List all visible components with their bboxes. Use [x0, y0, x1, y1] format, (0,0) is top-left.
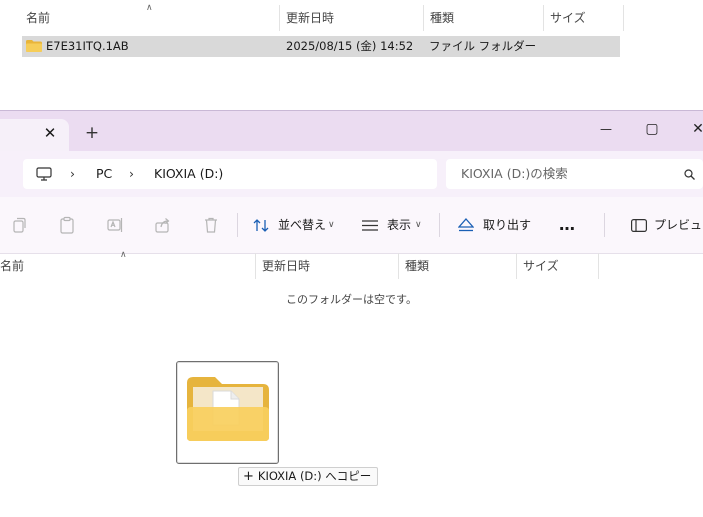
- monitor-icon[interactable]: [36, 167, 52, 181]
- chevron-right-icon[interactable]: ›: [129, 159, 134, 189]
- minimize-button[interactable]: —: [591, 117, 621, 141]
- folder-icon: [187, 377, 269, 441]
- command-bar: 並べ替え ∨ 表示 ∨ 取り出す … プレビュー: [0, 197, 703, 254]
- eject-label: 取り出す: [483, 218, 532, 232]
- column-header: 名前 ∧ 更新日時 種類 サイズ: [0, 250, 703, 279]
- sort-label: 並べ替え: [278, 218, 327, 232]
- share-icon[interactable]: [153, 215, 173, 235]
- copy-icon[interactable]: [9, 215, 29, 235]
- column-type[interactable]: 種類: [424, 5, 544, 31]
- file-modified: 2025/08/15 (金) 14:52: [286, 39, 414, 53]
- view-icon: [362, 220, 378, 231]
- drag-preview: [176, 361, 279, 464]
- title-bar: ✕ + — ▢ ✕: [0, 111, 703, 151]
- sort-up-icon: ∧: [120, 250, 127, 260]
- explorer-window: ✕ + — ▢ ✕ › PC › KIOXIA (D:) KIOXIA (D:)…: [0, 110, 703, 517]
- breadcrumb-pc[interactable]: PC: [96, 159, 112, 189]
- chevron-down-icon: ∨: [415, 220, 422, 230]
- background-explorer-window: 名前 ∧ 更新日時 種類 サイズ E7E31ITQ.1AB 2025/08/15…: [0, 0, 703, 110]
- close-button[interactable]: ✕: [683, 117, 703, 141]
- column-header: 名前 ∧ 更新日時 種類 サイズ: [0, 3, 703, 31]
- drop-tooltip: + KIOXIA (D:) へコピー: [238, 467, 379, 486]
- column-modified[interactable]: 更新日時: [280, 5, 424, 31]
- chevron-down-icon: ∨: [328, 220, 335, 230]
- address-bar[interactable]: › PC › KIOXIA (D:): [23, 159, 437, 189]
- navigation-bar: › PC › KIOXIA (D:) KIOXIA (D:)の検索: [0, 151, 703, 197]
- paste-icon[interactable]: [57, 215, 77, 235]
- sort-up-icon: ∧: [146, 3, 153, 13]
- column-name[interactable]: 名前: [0, 253, 256, 279]
- chevron-right-icon[interactable]: ›: [70, 159, 75, 189]
- tab-close-icon[interactable]: ✕: [42, 125, 58, 141]
- search-placeholder: KIOXIA (D:)の検索: [461, 166, 568, 181]
- folder-icon: [26, 40, 42, 52]
- toolbar-divider: [439, 213, 440, 237]
- file-type: ファイル フォルダー: [429, 39, 537, 53]
- rename-icon[interactable]: [105, 215, 125, 235]
- column-modified[interactable]: 更新日時: [256, 253, 399, 279]
- maximize-button[interactable]: ▢: [637, 117, 667, 141]
- tab-kioxia[interactable]: ✕: [0, 119, 69, 151]
- selected-file-row[interactable]: E7E31ITQ.1AB 2025/08/15 (金) 14:52 ファイル フ…: [22, 36, 620, 57]
- search-box[interactable]: KIOXIA (D:)の検索: [446, 159, 703, 189]
- plus-icon: +: [243, 469, 254, 484]
- delete-icon[interactable]: [201, 215, 221, 235]
- file-name: E7E31ITQ.1AB: [46, 39, 129, 53]
- column-size[interactable]: サイズ: [517, 253, 599, 279]
- more-icon[interactable]: …: [559, 211, 575, 239]
- empty-folder-message: このフォルダーは空です。: [286, 293, 417, 306]
- preview-label: プレビュー: [654, 218, 703, 232]
- sort-icon: [253, 219, 269, 232]
- toolbar-divider: [604, 213, 605, 237]
- search-icon[interactable]: [684, 169, 695, 180]
- breadcrumb-kioxia[interactable]: KIOXIA (D:): [154, 159, 223, 189]
- preview-icon: [631, 219, 647, 232]
- eject-icon: [458, 218, 474, 232]
- column-type[interactable]: 種類: [399, 253, 517, 279]
- column-size[interactable]: サイズ: [544, 5, 624, 31]
- view-label: 表示: [387, 218, 412, 232]
- drop-tooltip-label: KIOXIA (D:) へコピー: [257, 469, 372, 483]
- toolbar-divider: [237, 213, 238, 237]
- new-tab-button[interactable]: +: [84, 125, 100, 142]
